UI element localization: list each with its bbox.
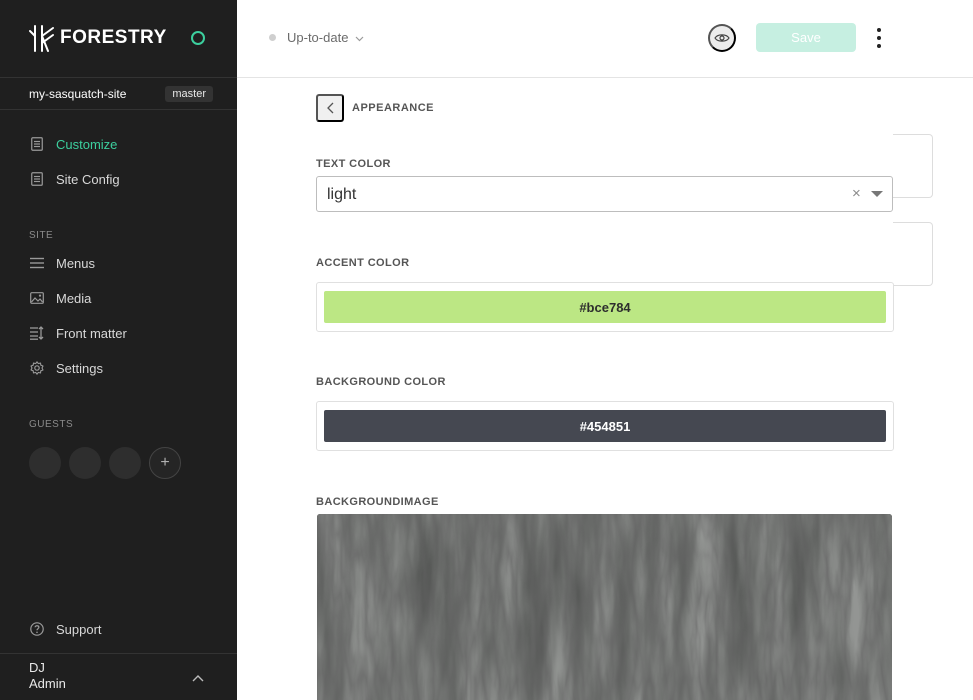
eye-icon [714, 34, 730, 42]
nav-item-settings[interactable]: Settings [29, 359, 103, 377]
nav-item-label: Site Config [56, 171, 120, 187]
background-image-preview[interactable] [317, 514, 892, 700]
user-name: DJ [29, 660, 45, 675]
gear-icon [29, 360, 45, 376]
accent-color-field: #bce784 [316, 282, 894, 332]
sidebar: FORESTRY my-sasquatch-site master Custom… [0, 0, 237, 700]
front-matter-icon [29, 325, 45, 341]
background-color-field: #454851 [316, 401, 894, 451]
background-card [893, 134, 933, 198]
panel-title: APPEARANCE [352, 102, 435, 114]
guest-avatar[interactable] [29, 447, 61, 479]
nav-item-menus[interactable]: Menus [29, 254, 95, 272]
nav-item-label: Customize [56, 136, 118, 152]
image-icon [29, 290, 45, 306]
chevron-left-icon [326, 102, 333, 114]
nav-item-site-config[interactable]: Site Config [29, 170, 120, 188]
save-button[interactable]: Save [756, 23, 856, 52]
text-color-select[interactable]: light × [316, 176, 893, 212]
divider [0, 653, 237, 654]
nav-item-label: Media [56, 290, 92, 306]
sync-status[interactable]: Up-to-date [269, 30, 364, 45]
connection-status-icon [191, 31, 205, 45]
nav-item-label: Menus [56, 255, 96, 271]
branch-badge[interactable]: master [165, 86, 213, 102]
document-icon [29, 136, 45, 152]
nav-item-front-matter[interactable]: Front matter [29, 324, 127, 342]
sync-status-label: Up-to-date [287, 30, 349, 45]
add-guest-button[interactable]: + [149, 447, 181, 479]
help-icon [29, 621, 45, 637]
nav-item-label: Support [56, 621, 102, 637]
preview-button[interactable] [708, 24, 736, 52]
nav-item-media[interactable]: Media [29, 289, 91, 307]
brand-name: FORESTRY [60, 27, 167, 48]
section-label-site: SITE [29, 230, 54, 241]
background-card [893, 222, 933, 286]
forestry-logo[interactable]: FORESTRY [29, 24, 167, 52]
bark-texture-image [317, 514, 892, 700]
menu-icon [29, 255, 45, 271]
nav-item-label: Front matter [56, 325, 127, 341]
topbar: Up-to-date Save [237, 0, 973, 78]
more-options-icon[interactable] [875, 28, 883, 48]
background-color-label: BACKGROUND COLOR [316, 376, 446, 388]
background-color-swatch[interactable]: #454851 [324, 410, 886, 442]
user-role: Admin [29, 676, 66, 691]
guest-avatar[interactable] [69, 447, 101, 479]
nav-item-label: Settings [56, 360, 103, 376]
clear-icon[interactable]: × [852, 185, 861, 202]
chevron-up-icon[interactable] [192, 669, 204, 687]
tree-logo-icon [29, 25, 54, 52]
accent-color-label: ACCENT COLOR [316, 257, 410, 269]
guest-avatar[interactable] [109, 447, 141, 479]
divider [0, 109, 237, 110]
guest-list: + [29, 447, 181, 479]
divider [0, 77, 237, 78]
nav-item-customize[interactable]: Customize [29, 135, 117, 153]
site-name: my-sasquatch-site [29, 87, 127, 101]
section-label-guests: GUESTS [29, 419, 74, 430]
background-image-label: BACKGROUNDIMAGE [316, 496, 439, 508]
accent-color-swatch[interactable]: #bce784 [324, 291, 886, 323]
user-menu[interactable]: DJ Admin [29, 660, 66, 692]
text-color-label: TEXT COLOR [316, 158, 391, 170]
nav-item-support[interactable]: Support [29, 620, 102, 638]
document-icon [29, 171, 45, 187]
chevron-down-icon [355, 30, 364, 45]
status-dot-icon [269, 34, 276, 41]
text-color-value: light [327, 186, 357, 203]
caret-down-icon[interactable] [871, 191, 883, 197]
back-button[interactable] [316, 94, 344, 122]
site-switcher[interactable]: my-sasquatch-site master [29, 86, 213, 102]
